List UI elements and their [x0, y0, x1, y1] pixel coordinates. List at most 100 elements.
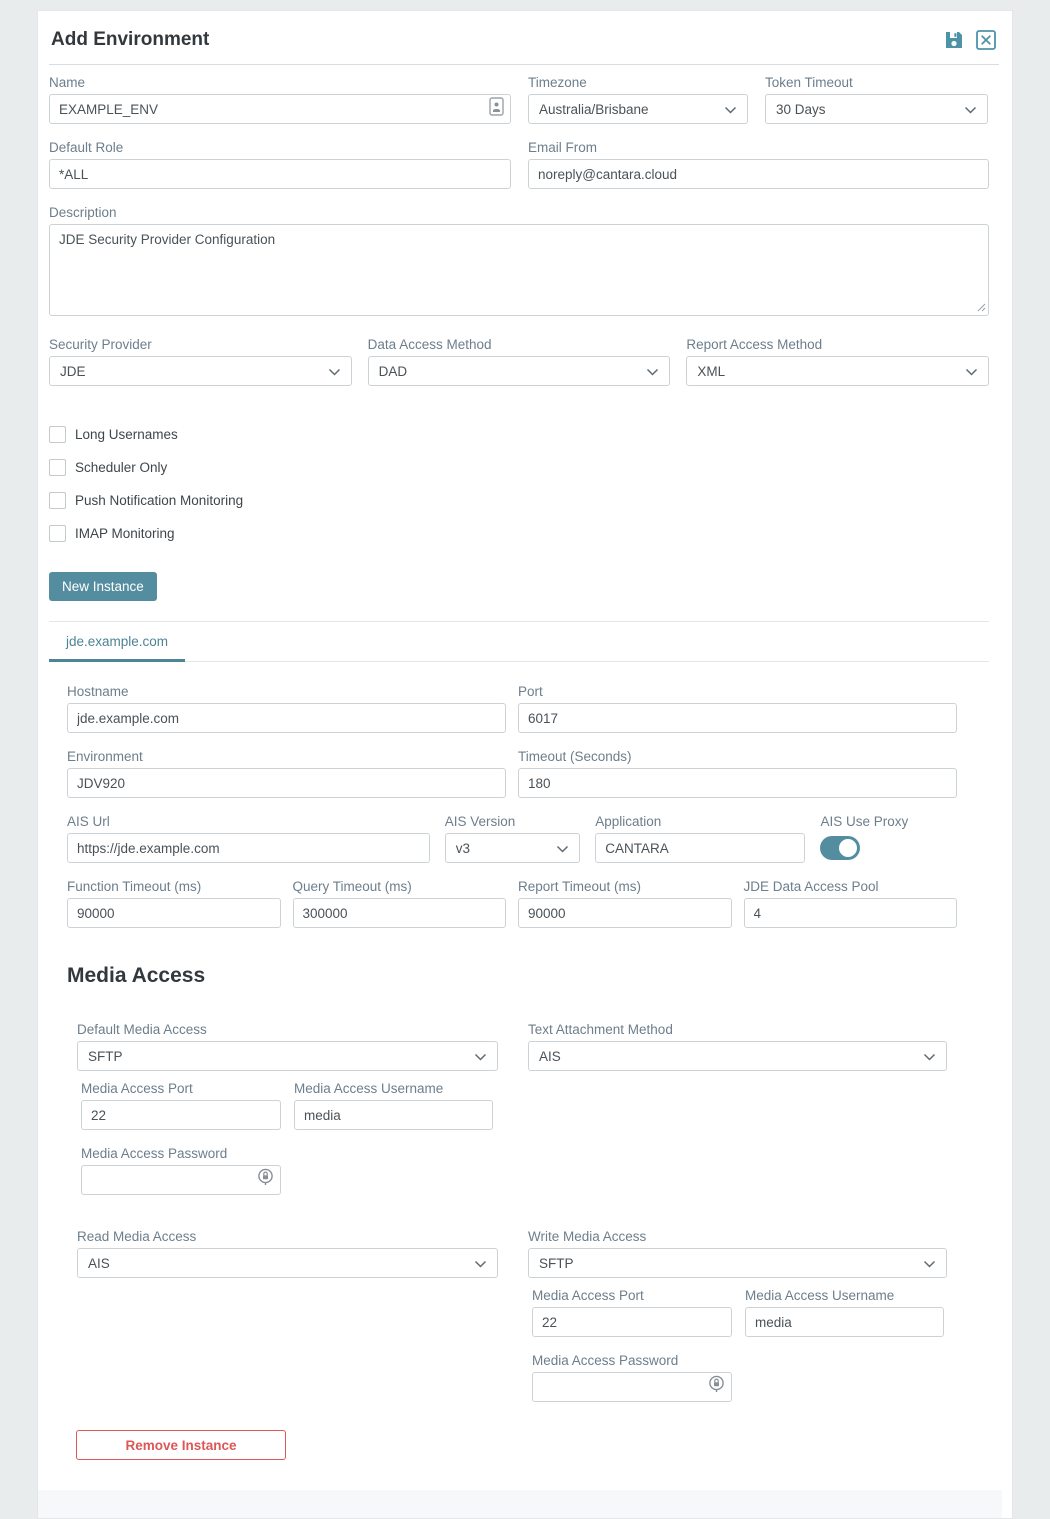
ais-url-input[interactable]	[67, 833, 430, 863]
form-field-icon[interactable]	[489, 97, 504, 121]
tab-jde-example-com[interactable]: jde.example.com	[49, 622, 185, 661]
data-access-method-label: Data Access Method	[368, 337, 671, 352]
default-role-label: Default Role	[49, 140, 511, 155]
checkbox[interactable]	[49, 459, 66, 476]
checkbox[interactable]	[49, 492, 66, 509]
password-reveal-icon[interactable]	[257, 1168, 274, 1192]
environment-input[interactable]	[67, 768, 506, 798]
default-media-access-select[interactable]: SFTP	[77, 1041, 498, 1071]
form-row-3: Security Provider JDE Data Access Method…	[49, 337, 989, 386]
chevron-down-icon	[923, 1256, 936, 1271]
report-access-method-value: XML	[697, 364, 725, 379]
write-media-access-port-input[interactable]	[532, 1307, 732, 1337]
data-access-method-select[interactable]: DAD	[368, 356, 671, 386]
close-icon[interactable]	[975, 29, 997, 51]
toggle-knob	[839, 839, 857, 857]
media-row-default: Default Media Access SFTP Text Attachmen…	[77, 1022, 957, 1071]
panel-header: Add Environment	[49, 29, 999, 51]
token-timeout-value: 30 Days	[776, 102, 826, 117]
checkbox-push-notification-monitoring[interactable]: Push Notification Monitoring	[49, 492, 989, 509]
ais-version-value: v3	[456, 841, 470, 856]
name-input[interactable]	[49, 94, 511, 124]
media-row-port-user: Media Access Port Media Access Username	[81, 1081, 957, 1130]
media-access-username-input[interactable]	[294, 1100, 493, 1130]
write-media-access-username-input[interactable]	[745, 1307, 944, 1337]
ais-version-select[interactable]: v3	[445, 833, 581, 863]
report-access-method-select[interactable]: XML	[686, 356, 989, 386]
ais-use-proxy-label: AIS Use Proxy	[820, 814, 957, 829]
checkbox[interactable]	[49, 426, 66, 443]
email-from-input[interactable]	[528, 159, 989, 189]
report-timeout-input[interactable]	[518, 898, 732, 928]
chevron-down-icon	[923, 1049, 936, 1064]
media-access-block: Default Media Access SFTP Text Attachmen…	[77, 1022, 957, 1402]
chevron-down-icon	[724, 102, 737, 117]
save-icon[interactable]	[943, 29, 965, 51]
data-access-method-value: DAD	[379, 364, 408, 379]
chevron-down-icon	[965, 364, 978, 379]
hostname-input[interactable]	[67, 703, 506, 733]
form-row-2: Default Role Email From	[49, 140, 989, 189]
jde-data-access-pool-input[interactable]	[744, 898, 958, 928]
chevron-down-icon	[646, 364, 659, 379]
default-role-input[interactable]	[49, 159, 511, 189]
media-access-username-label: Media Access Username	[294, 1081, 493, 1096]
new-instance-button[interactable]: New Instance	[49, 572, 157, 601]
chevron-down-icon	[556, 841, 569, 856]
remove-instance-button[interactable]: Remove Instance	[76, 1430, 286, 1460]
function-timeout-input[interactable]	[67, 898, 281, 928]
default-media-access-label: Default Media Access	[77, 1022, 498, 1037]
query-timeout-input[interactable]	[293, 898, 507, 928]
ais-use-proxy-toggle[interactable]	[820, 836, 860, 860]
security-provider-value: JDE	[60, 364, 86, 379]
hostname-label: Hostname	[67, 684, 506, 699]
timezone-label: Timezone	[528, 75, 748, 90]
form-row-1: Name Timezone Australia/Brisbane	[49, 75, 989, 124]
media-row-read-write: Read Media Access AIS Write Media Access…	[77, 1229, 957, 1402]
security-provider-label: Security Provider	[49, 337, 352, 352]
password-reveal-icon[interactable]	[708, 1375, 725, 1399]
checkbox[interactable]	[49, 525, 66, 542]
checkbox-long-usernames[interactable]: Long Usernames	[49, 426, 989, 443]
write-media-access-select[interactable]: SFTP	[528, 1248, 947, 1278]
checkbox-label: Scheduler Only	[75, 460, 167, 475]
write-media-access-password-label: Media Access Password	[532, 1353, 732, 1368]
function-timeout-label: Function Timeout (ms)	[67, 879, 281, 894]
read-media-access-label: Read Media Access	[77, 1229, 498, 1244]
resize-grip-icon[interactable]	[977, 299, 986, 317]
checkbox-label: IMAP Monitoring	[75, 526, 175, 541]
description-field: Description JDE Security Provider Config…	[49, 205, 989, 321]
page-title: Add Environment	[51, 29, 209, 51]
instance-row-hostname: Hostname Port	[67, 684, 957, 733]
query-timeout-label: Query Timeout (ms)	[293, 879, 507, 894]
instance-row-ais: AIS Url AIS Version v3 Application AIS U…	[67, 814, 957, 863]
ais-url-label: AIS Url	[67, 814, 430, 829]
card-footer	[38, 1490, 1002, 1518]
application-input[interactable]	[595, 833, 805, 863]
chevron-down-icon	[964, 102, 977, 117]
description-label: Description	[49, 205, 989, 220]
token-timeout-select[interactable]: 30 Days	[765, 94, 988, 124]
write-media-access-username-label: Media Access Username	[745, 1288, 944, 1303]
port-label: Port	[518, 684, 957, 699]
security-provider-select[interactable]: JDE	[49, 356, 352, 386]
media-access-password-input[interactable]	[81, 1165, 281, 1195]
chevron-down-icon	[328, 364, 341, 379]
description-textarea[interactable]: JDE Security Provider Configuration	[49, 224, 989, 316]
read-media-access-select[interactable]: AIS	[77, 1248, 498, 1278]
checkbox-imap-monitoring[interactable]: IMAP Monitoring	[49, 525, 989, 542]
media-access-port-input[interactable]	[81, 1100, 281, 1130]
write-row-password: Media Access Password	[532, 1353, 947, 1402]
write-row-port-user: Media Access Port Media Access Username	[532, 1288, 947, 1337]
write-media-access-password-input[interactable]	[532, 1372, 732, 1402]
ais-version-label: AIS Version	[445, 814, 581, 829]
timezone-select[interactable]: Australia/Brisbane	[528, 94, 748, 124]
text-attachment-method-select[interactable]: AIS	[528, 1041, 947, 1071]
write-media-access-port-label: Media Access Port	[532, 1288, 732, 1303]
checkbox-scheduler-only[interactable]: Scheduler Only	[49, 459, 989, 476]
tab-label: jde.example.com	[66, 634, 168, 649]
media-access-password-label: Media Access Password	[81, 1146, 281, 1161]
write-media-access-value: SFTP	[539, 1256, 574, 1271]
timeout-seconds-input[interactable]	[518, 768, 957, 798]
port-input[interactable]	[518, 703, 957, 733]
